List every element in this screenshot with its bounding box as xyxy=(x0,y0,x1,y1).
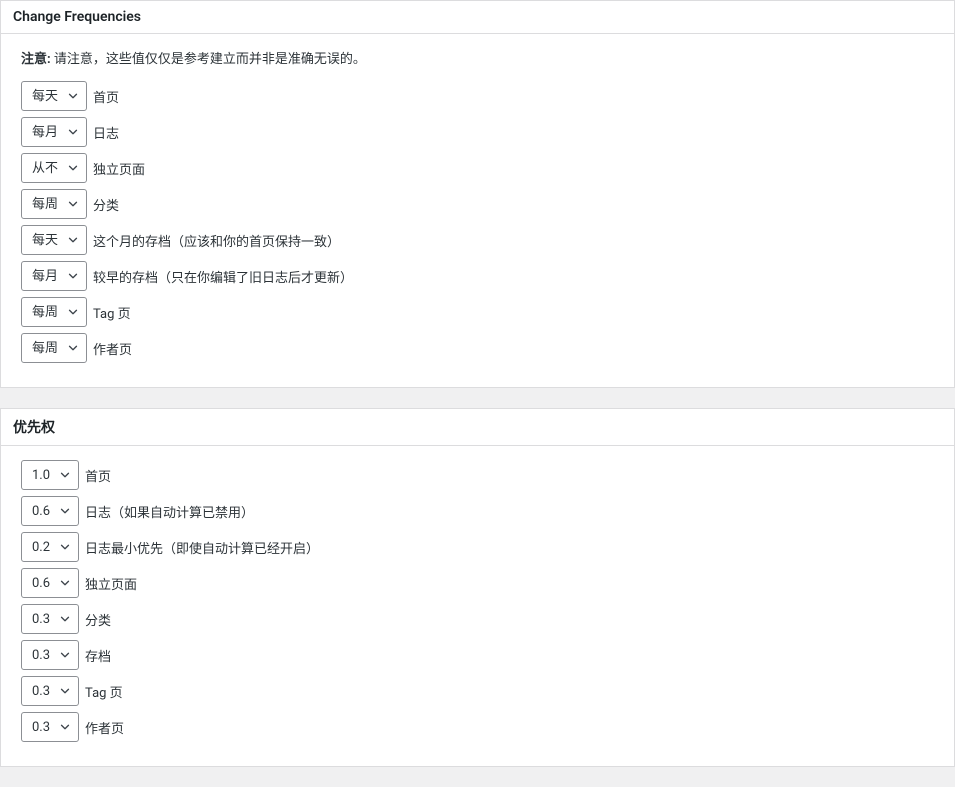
select-dropdown[interactable]: 0.3 xyxy=(21,676,79,706)
field-label: 作者页 xyxy=(85,718,124,737)
chevron-down-icon xyxy=(58,648,72,662)
select-dropdown[interactable]: 0.6 xyxy=(21,568,79,598)
select-value: 0.3 xyxy=(32,685,50,698)
field-row: 每月 日志 xyxy=(21,117,934,147)
chevron-down-icon xyxy=(66,233,80,247)
priorities-body: 1.0 首页 0.6 日志（如果自动计算已禁用） 0.2 日志最小优先（即使自动… xyxy=(1,446,954,766)
select-value: 每月 xyxy=(32,270,58,283)
field-label: Tag 页 xyxy=(93,303,131,322)
chevron-down-icon xyxy=(58,468,72,482)
chevron-down-icon xyxy=(66,269,80,283)
select-dropdown[interactable]: 每周 xyxy=(21,333,87,363)
change-frequencies-title: Change Frequencies xyxy=(1,1,954,34)
field-row: 每月 较早的存档（只在你编辑了旧日志后才更新） xyxy=(21,261,934,291)
select-dropdown[interactable]: 每天 xyxy=(21,225,87,255)
field-row: 每天 首页 xyxy=(21,81,934,111)
select-value: 每天 xyxy=(32,90,58,103)
select-dropdown[interactable]: 每月 xyxy=(21,261,87,291)
field-row: 0.3 Tag 页 xyxy=(21,676,934,706)
select-dropdown[interactable]: 每月 xyxy=(21,117,87,147)
field-label: 独立页面 xyxy=(93,159,145,178)
field-label: 独立页面 xyxy=(85,574,137,593)
field-row: 0.2 日志最小优先（即使自动计算已经开启） xyxy=(21,532,934,562)
field-label: 日志（如果自动计算已禁用） xyxy=(85,502,254,521)
chevron-down-icon xyxy=(58,504,72,518)
field-row: 0.3 分类 xyxy=(21,604,934,634)
chevron-down-icon xyxy=(66,305,80,319)
field-label: 日志 xyxy=(93,123,119,142)
field-row: 0.3 作者页 xyxy=(21,712,934,742)
field-row: 每周 作者页 xyxy=(21,333,934,363)
select-dropdown[interactable]: 0.2 xyxy=(21,532,79,562)
field-row: 1.0 首页 xyxy=(21,460,934,490)
chevron-down-icon xyxy=(66,341,80,355)
chevron-down-icon xyxy=(58,720,72,734)
field-label: 分类 xyxy=(85,610,111,629)
select-value: 每周 xyxy=(32,342,58,355)
field-label: 这个月的存档（应该和你的首页保持一致） xyxy=(93,231,340,250)
field-label: 存档 xyxy=(85,646,111,665)
select-value: 每天 xyxy=(32,234,58,247)
chevron-down-icon xyxy=(58,540,72,554)
select-dropdown[interactable]: 0.6 xyxy=(21,496,79,526)
select-value: 0.3 xyxy=(32,721,50,734)
select-value: 0.6 xyxy=(32,505,50,518)
field-row: 每天 这个月的存档（应该和你的首页保持一致） xyxy=(21,225,934,255)
field-label: 较早的存档（只在你编辑了旧日志后才更新） xyxy=(93,267,353,286)
notice-text: 注意: 请注意，这些值仅仅是参考建立而并非是准确无误的。 xyxy=(21,48,934,67)
select-dropdown[interactable]: 每天 xyxy=(21,81,87,111)
field-label: 分类 xyxy=(93,195,119,214)
field-row: 0.6 日志（如果自动计算已禁用） xyxy=(21,496,934,526)
notice-content: 请注意，这些值仅仅是参考建立而并非是准确无误的。 xyxy=(51,52,366,67)
select-dropdown[interactable]: 从不 xyxy=(21,153,87,183)
select-value: 每周 xyxy=(32,306,58,319)
change-frequencies-panel: Change Frequencies 注意: 请注意，这些值仅仅是参考建立而并非… xyxy=(0,0,955,388)
priorities-title: 优先权 xyxy=(1,409,954,446)
select-dropdown[interactable]: 每周 xyxy=(21,189,87,219)
field-row: 从不 独立页面 xyxy=(21,153,934,183)
chevron-down-icon xyxy=(58,576,72,590)
chevron-down-icon xyxy=(66,89,80,103)
field-row: 0.6 独立页面 xyxy=(21,568,934,598)
select-value: 0.3 xyxy=(32,613,50,626)
change-frequencies-body: 注意: 请注意，这些值仅仅是参考建立而并非是准确无误的。 每天 首页 每月 日志… xyxy=(1,34,954,387)
select-value: 每月 xyxy=(32,126,58,139)
select-dropdown[interactable]: 每周 xyxy=(21,297,87,327)
chevron-down-icon xyxy=(58,612,72,626)
select-dropdown[interactable]: 0.3 xyxy=(21,712,79,742)
select-value: 每周 xyxy=(32,198,58,211)
field-label: Tag 页 xyxy=(85,682,123,701)
select-value: 从不 xyxy=(32,162,58,175)
chevron-down-icon xyxy=(66,161,80,175)
chevron-down-icon xyxy=(66,197,80,211)
field-label: 日志最小优先（即使自动计算已经开启） xyxy=(85,538,319,557)
field-row: 0.3 存档 xyxy=(21,640,934,670)
field-label: 首页 xyxy=(93,87,119,106)
select-value: 1.0 xyxy=(32,469,50,482)
select-value: 0.3 xyxy=(32,649,50,662)
field-row: 每周 分类 xyxy=(21,189,934,219)
chevron-down-icon xyxy=(58,684,72,698)
select-value: 0.2 xyxy=(32,541,50,554)
select-dropdown[interactable]: 0.3 xyxy=(21,640,79,670)
field-label: 作者页 xyxy=(93,339,132,358)
chevron-down-icon xyxy=(66,125,80,139)
field-row: 每周 Tag 页 xyxy=(21,297,934,327)
field-label: 首页 xyxy=(85,466,111,485)
select-dropdown[interactable]: 0.3 xyxy=(21,604,79,634)
priorities-panel: 优先权 1.0 首页 0.6 日志（如果自动计算已禁用） 0.2 日志最小优先（… xyxy=(0,408,955,767)
select-dropdown[interactable]: 1.0 xyxy=(21,460,79,490)
notice-label: 注意: xyxy=(21,52,51,67)
select-value: 0.6 xyxy=(32,577,50,590)
